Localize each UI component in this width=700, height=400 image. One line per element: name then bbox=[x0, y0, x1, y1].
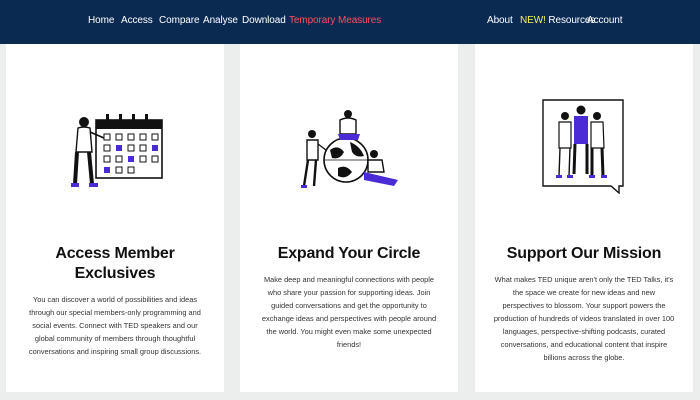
nav-account[interactable]: Account bbox=[587, 15, 623, 26]
nav-download[interactable]: Download bbox=[242, 15, 286, 26]
nav-home[interactable]: Home bbox=[88, 15, 114, 26]
card-title-member-exclusives: Access Member Exclusives bbox=[55, 245, 175, 282]
nav-resources[interactable]: NEW! Resources bbox=[520, 15, 595, 26]
feature-card-support-mission: Support Our Mission What makes TED uniqu… bbox=[475, 44, 693, 392]
card-body-expand-circle: Make deep and meaningful connections wit… bbox=[261, 275, 437, 349]
nav-analyse[interactable]: Analyse bbox=[203, 15, 238, 26]
nav-temporary-measures[interactable]: Temporary Measures bbox=[289, 15, 381, 26]
calendar-illustration bbox=[71, 114, 163, 187]
card-title-expand-circle: Expand Your Circle bbox=[277, 245, 421, 262]
globe-people-illustration bbox=[301, 110, 398, 188]
feature-card-member-exclusives: Access Member Exclusives You can discover… bbox=[6, 44, 224, 392]
card-body-support-mission: What makes TED unique aren't only the TE… bbox=[493, 275, 675, 362]
speech-bubble-group-illustration bbox=[542, 99, 624, 194]
nav-compare[interactable]: Compare bbox=[159, 15, 200, 26]
nav-access[interactable]: Access bbox=[121, 15, 153, 26]
nav-about[interactable]: About bbox=[487, 15, 513, 26]
feature-card-expand-circle: Expand Your Circle Make deep and meaning… bbox=[240, 44, 458, 392]
card-body-member-exclusives: You can discover a world of possibilitie… bbox=[28, 295, 202, 356]
new-badge: NEW! bbox=[520, 15, 546, 26]
card-title-support-mission: Support Our Mission bbox=[506, 245, 662, 262]
top-navigation-bar: Home Access Compare Analyse Download Tem… bbox=[0, 0, 700, 44]
